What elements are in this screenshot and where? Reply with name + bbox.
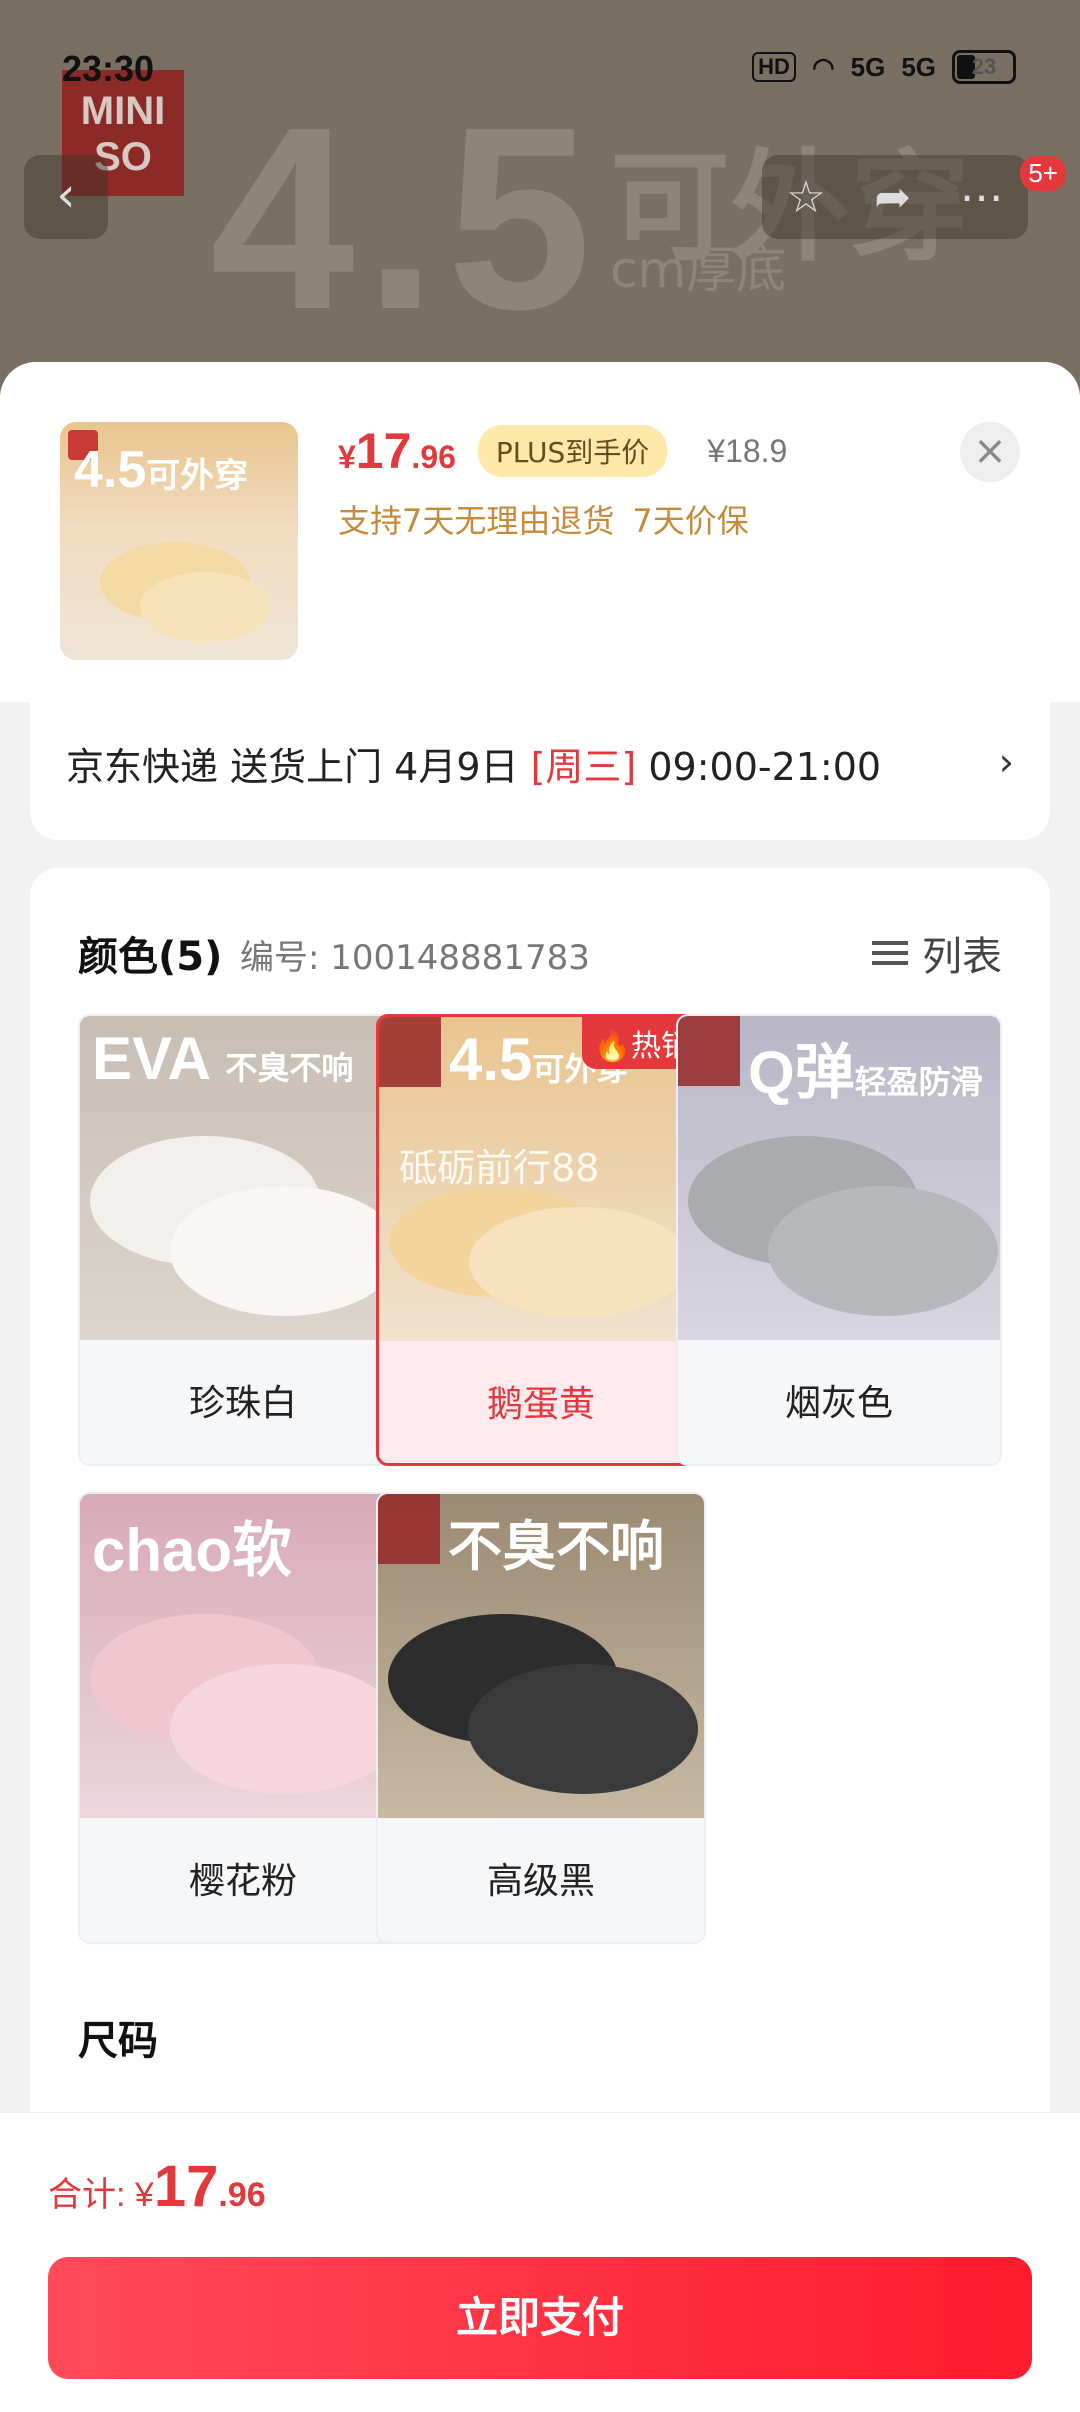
brand-logo-icon (379, 1017, 441, 1087)
brand-logo-icon (678, 1016, 740, 1086)
service-tag-return: 支持7天无理由退货 (338, 502, 615, 540)
item-code: 编号: 100148881783 (240, 938, 590, 978)
price-symbol: ¥ (338, 439, 356, 475)
option-overlay-main: EVA (92, 1025, 209, 1092)
option-overlay-sub: 轻盈防滑 (854, 1064, 983, 1100)
delivery-time-window: 09:00-21:00 (648, 745, 882, 789)
hd-icon: HD (752, 52, 796, 82)
thumbnail-caption-number: 4.5 (74, 441, 147, 499)
color-option[interactable]: EVA 不臭不响 珍珠白 (78, 1014, 408, 1466)
slipper-image-2 (170, 1186, 400, 1316)
list-view-label: 列表 (922, 934, 1002, 980)
price-row: ¥17.96 PLUS到手价 ¥18.9 (338, 422, 787, 480)
price-integer: 17 (355, 423, 412, 479)
spec-card: 颜色(5) 编号: 100148881783 列表 EVA 不臭不响 珍珠白 4… (30, 868, 1050, 2268)
slipper-image-2 (170, 1664, 400, 1794)
color-option[interactable]: Q弹轻盈防滑 烟灰色 (676, 1014, 1002, 1466)
option-image: chao软 (80, 1494, 406, 1818)
battery-icon: 23 (952, 50, 1016, 84)
total-decimal: .96 (218, 2176, 266, 2214)
total-label: 合计: (48, 2176, 126, 2214)
service-tag-price-protect: 7天价保 (632, 502, 749, 540)
spec-selector-sheet: 4.5可外穿 ¥17.96 PLUS到手价 ¥18.9 支持7天无理由退货 7天… (0, 362, 1080, 2412)
close-button[interactable]: × (960, 422, 1020, 482)
network-5g-icon: 5G (850, 51, 886, 82)
thumbnail-caption: 4.5可外穿 (74, 440, 248, 500)
delivery-weekday: [周三] (530, 745, 637, 789)
nav-actions: ☆ ➦ ⋯ (762, 155, 1028, 239)
option-label: 珍珠白 (188, 1383, 297, 1424)
option-image: 不臭不响 (378, 1494, 704, 1818)
color-option[interactable]: chao软 樱花粉 (78, 1492, 408, 1944)
color-option-selected[interactable]: 4.5可外穿 砥砺前行88 🔥热销 鹅蛋黄 (376, 1014, 706, 1466)
wifi-icon: ◠ (811, 51, 835, 82)
list-view-toggle[interactable]: 列表 (872, 924, 1002, 982)
price-decimal: .96 (411, 439, 456, 475)
option-label: 高级黑 (486, 1861, 595, 1902)
chevron-right-icon: › (998, 740, 1014, 784)
status-time: 23:30 (62, 48, 155, 89)
fire-icon: 🔥 (593, 1029, 631, 1064)
back-button[interactable]: ‹ (24, 155, 108, 239)
sheet-header: 4.5可外穿 ¥17.96 PLUS到手价 ¥18.9 支持7天无理由退货 7天… (0, 362, 1080, 702)
total-integer: 17 (153, 2154, 219, 2219)
delivery-carrier: 京东快递 送货上门 4月9日 (66, 745, 519, 789)
chevron-left-icon: ‹ (56, 167, 76, 223)
color-title: 颜色(5) (78, 934, 223, 980)
size-title: 尺码 (78, 2018, 158, 2064)
slipper-image-2 (468, 1664, 698, 1794)
status-bar: 23:30 HD ◠ 5G 5G 23 (0, 40, 1080, 100)
status-icons: HD ◠ 5G 5G 23 (752, 50, 1016, 84)
close-icon: × (973, 428, 1007, 474)
checkout-bar: 合计: ¥17.96 立即支付 (0, 2112, 1080, 2412)
hero-subcaption: cm厚底 (610, 241, 787, 299)
option-label: 烟灰色 (784, 1383, 893, 1424)
option-label: 樱花粉 (188, 1861, 297, 1902)
product-thumbnail: 4.5可外穿 (60, 422, 298, 660)
option-overlay-sub: 不臭不响 (225, 1050, 354, 1086)
total-symbol: ¥ (134, 2176, 154, 2214)
pay-now-button[interactable]: 立即支付 (48, 2257, 1032, 2379)
delivery-info-row[interactable]: 京东快递 送货上门 4月9日 [周三] 09:00-21:00 › (30, 702, 1050, 840)
option-overlay-text: Q弹轻盈防滑 (748, 1024, 983, 1111)
color-option[interactable]: 不臭不响 高级黑 (376, 1492, 706, 1944)
battery-level: 23 (971, 54, 997, 79)
slipper-image-2 (140, 572, 270, 642)
option-overlay-main: Q弹 (748, 1039, 855, 1106)
option-overlay-text: 不臭不响 (448, 1517, 664, 1577)
notification-badge: 5+ (1020, 156, 1066, 191)
total-price: 合计: ¥17.96 (48, 2153, 266, 2220)
option-label: 鹅蛋黄 (486, 1384, 595, 1425)
option-overlay-main: 4.5 (449, 1026, 533, 1093)
watermark-text: 砥砺前行88 (399, 1146, 600, 1190)
plus-price-badge: PLUS到手价 (477, 425, 668, 477)
list-icon (872, 935, 908, 971)
option-image: EVA 不臭不响 (80, 1016, 406, 1340)
hero-number: 4.5 (210, 74, 602, 364)
slipper-image-2 (469, 1207, 689, 1317)
share-icon[interactable]: ➦ (874, 172, 911, 223)
delivery-text: 京东快递 送货上门 4月9日 [周三] 09:00-21:00 (66, 736, 881, 791)
star-icon[interactable]: ☆ (786, 172, 825, 223)
network-5g-icon-2: 5G (901, 51, 936, 82)
thumbnail-caption-cn: 可外穿 (146, 457, 249, 495)
service-tags: 支持7天无理由退货 7天价保 (338, 496, 749, 542)
option-overlay-text: chao软 (92, 1517, 293, 1584)
brand-logo-icon (378, 1494, 440, 1564)
more-icon[interactable]: ⋯ (960, 172, 1004, 223)
original-price: ¥18.9 (707, 432, 788, 469)
option-image: Q弹轻盈防滑 (678, 1016, 1000, 1340)
current-price: ¥17.96 (338, 422, 456, 480)
option-overlay-text: EVA 不臭不响 (92, 1024, 353, 1093)
slipper-image-2 (768, 1186, 998, 1316)
